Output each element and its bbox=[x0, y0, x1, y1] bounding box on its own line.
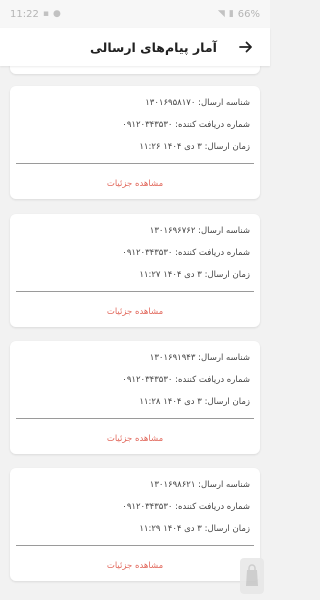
back-button[interactable] bbox=[234, 35, 258, 59]
wifi-icon: ◥ bbox=[217, 9, 225, 19]
view-details-link[interactable]: مشاهده جزئیات bbox=[10, 179, 260, 189]
message-card: شناسه ارسال: ۱۳۰۱۶۹۶۷۶۲ شماره دریافت کنن… bbox=[10, 214, 260, 327]
arrow-right-icon bbox=[239, 41, 252, 53]
send-id: شناسه ارسال: ۱۳۰۱۶۹۵۸۱۷۰ bbox=[145, 98, 250, 108]
app-bar: آمار پیام‌های ارسالی bbox=[0, 28, 270, 66]
message-card: شناسه ارسال: ۱۳۰۱۶۹۱۹۴۳ شماره دریافت کنن… bbox=[10, 341, 260, 454]
status-time: 11:22 bbox=[10, 8, 39, 20]
receiver-number: شماره دریافت کننده: ۰۹۱۲۰۳۴۳۵۳۰ bbox=[122, 375, 250, 385]
send-time: زمان ارسال: ۳ دی ۱۴۰۴ ۱۱:۲۶ bbox=[139, 142, 250, 152]
receiver-number: شماره دریافت کننده: ۰۹۱۲۰۳۴۳۵۳۰ bbox=[122, 120, 250, 130]
page-title: آمار پیام‌های ارسالی bbox=[90, 39, 217, 55]
send-time: زمان ارسال: ۳ دی ۱۴۰۴ ۱۱:۲۷ bbox=[139, 270, 250, 280]
receiver-number: شماره دریافت کننده: ۰۹۱۲۰۳۴۳۵۳۰ bbox=[122, 502, 250, 512]
receiver-number: شماره دریافت کننده: ۰۹۱۲۰۳۴۳۵۳۰ bbox=[122, 248, 250, 258]
message-card-partial bbox=[10, 66, 260, 74]
notification-icon: ▪ bbox=[42, 9, 49, 19]
status-left: 11:22 ▪ ● bbox=[10, 9, 61, 20]
view-details-link[interactable]: مشاهده جزئیات bbox=[10, 307, 260, 317]
status-right: ◥ ▮ 66% bbox=[218, 9, 260, 20]
view-details-link[interactable]: مشاهده جزئیات bbox=[10, 434, 260, 444]
store-watermark-logo bbox=[240, 558, 264, 594]
send-time: زمان ارسال: ۳ دی ۱۴۰۴ ۱۱:۲۹ bbox=[139, 524, 250, 534]
send-id: شناسه ارسال: ۱۳۰۱۶۹۸۶۲۱ bbox=[149, 480, 250, 490]
bag-logo-icon bbox=[246, 564, 258, 586]
send-id: شناسه ارسال: ۱۳۰۱۶۹۱۹۴۳ bbox=[149, 353, 250, 363]
signal-icon: ▮ bbox=[228, 9, 234, 19]
send-time: زمان ارسال: ۳ دی ۱۴۰۴ ۱۱:۲۸ bbox=[139, 397, 250, 407]
battery-level: 66% bbox=[237, 8, 260, 20]
message-card: شناسه ارسال: ۱۳۰۱۶۹۵۸۱۷۰ شماره دریافت کن… bbox=[10, 86, 260, 199]
message-card: شناسه ارسال: ۱۳۰۱۶۹۸۶۲۱ شماره دریافت کنن… bbox=[10, 468, 260, 581]
message-list[interactable]: شناسه ارسال: ۱۳۰۱۶۹۵۸۱۷۰ شماره دریافت کن… bbox=[0, 66, 270, 600]
location-icon: ● bbox=[52, 9, 61, 19]
card-divider bbox=[16, 545, 254, 546]
send-id: شناسه ارسال: ۱۳۰۱۶۹۶۷۶۲ bbox=[149, 226, 250, 236]
card-divider bbox=[16, 418, 254, 419]
view-details-link[interactable]: مشاهده جزئیات bbox=[10, 561, 260, 571]
status-bar: 11:22 ▪ ● ◥ ▮ 66% bbox=[0, 0, 270, 28]
card-divider bbox=[16, 291, 254, 292]
card-divider bbox=[16, 163, 254, 164]
